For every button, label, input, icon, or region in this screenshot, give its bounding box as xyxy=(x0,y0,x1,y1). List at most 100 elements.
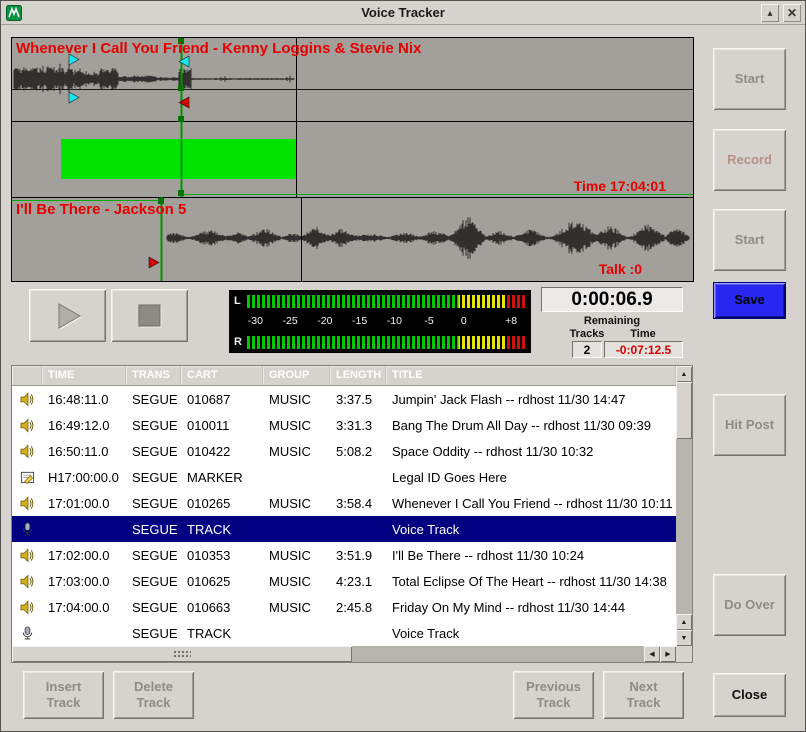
speaker-icon xyxy=(12,594,42,620)
cell-title: Total Eclipse Of The Heart -- rdhost 11/… xyxy=(386,574,676,589)
log-row[interactable]: 17:03:00.0 SEGUE 010625 MUSIC 4:23.1 Tot… xyxy=(12,568,676,594)
speaker-icon xyxy=(12,438,42,464)
time-of-day-label: Time 17:04:01 xyxy=(574,178,666,194)
elapsed-time-display: 0:00:06.9 xyxy=(541,287,683,312)
previous-track-button[interactable]: Previous Track xyxy=(513,671,594,719)
start-1-button[interactable]: Start xyxy=(713,48,786,110)
cell-time: 17:04:00.0 xyxy=(42,600,126,615)
scrollbar-corner xyxy=(676,646,692,662)
insert-track-button[interactable]: Insert Track xyxy=(23,671,104,719)
cell-trans: SEGUE xyxy=(126,574,181,589)
scroll-grip-icon xyxy=(173,650,191,658)
scroll-down-icon[interactable]: ▼ xyxy=(676,630,692,646)
cell-cart: 010422 xyxy=(181,444,263,459)
log-rows: 16:48:11.0 SEGUE 010687 MUSIC 3:37.5 Jum… xyxy=(12,386,676,646)
cell-group: MUSIC xyxy=(263,418,330,433)
vu-scale-tick: -5 xyxy=(424,315,433,327)
cell-time: 17:01:00.0 xyxy=(42,496,126,511)
vu-scale-tick: -15 xyxy=(352,315,367,327)
vu-scale-tick: -30 xyxy=(248,315,263,327)
cell-title: Voice Track xyxy=(386,626,676,641)
log-row[interactable]: 16:50:11.0 SEGUE 010422 MUSIC 5:08.2 Spa… xyxy=(12,438,676,464)
hit-post-button[interactable]: Hit Post xyxy=(713,394,786,456)
vu-scale-tick: 0 xyxy=(461,315,467,327)
vu-scale-tick: -20 xyxy=(317,315,332,327)
play-button[interactable] xyxy=(29,289,106,342)
cell-time: H17:00:00.0 xyxy=(42,470,126,485)
cell-trans: SEGUE xyxy=(126,444,181,459)
log-row[interactable]: H17:00:00.0 SEGUE MARKER Legal ID Goes H… xyxy=(12,464,676,490)
cell-group: MUSIC xyxy=(263,444,330,459)
cell-cart: MARKER xyxy=(181,470,263,485)
vu-scale-tick: +8 xyxy=(505,315,517,327)
speaker-icon xyxy=(12,386,42,412)
stop-button[interactable] xyxy=(111,289,188,342)
cell-trans: SEGUE xyxy=(126,418,181,433)
cell-group: MUSIC xyxy=(263,496,330,511)
vu-right-bar xyxy=(247,336,525,349)
vertical-scrollbar[interactable]: ▲ ▲ ▼ xyxy=(676,366,692,646)
vertical-scroll-thumb[interactable] xyxy=(676,382,692,439)
cell-trans: SEGUE xyxy=(126,522,181,537)
log-row[interactable]: 17:04:00.0 SEGUE 010663 MUSIC 2:45.8 Fri… xyxy=(12,594,676,620)
waveform-canvas[interactable] xyxy=(11,37,694,282)
log-row[interactable]: 17:01:00.0 SEGUE 010265 MUSIC 3:58.4 Whe… xyxy=(12,490,676,516)
play-icon xyxy=(52,300,84,332)
horizontal-scroll-thumb[interactable] xyxy=(12,646,352,662)
log-row[interactable]: SEGUE TRACK Voice Track xyxy=(12,620,676,646)
cell-group: MUSIC xyxy=(263,600,330,615)
cell-title: Space Oddity -- rdhost 11/30 10:32 xyxy=(386,444,676,459)
marker-icon xyxy=(12,464,42,490)
cell-cart: 010353 xyxy=(181,548,263,563)
cell-cart: 010011 xyxy=(181,418,263,433)
cell-cart: 010625 xyxy=(181,574,263,589)
speaker-icon xyxy=(12,412,42,438)
record-button[interactable]: Record xyxy=(713,129,786,191)
scroll-left-icon[interactable]: ◀ xyxy=(644,646,660,662)
cell-trans: SEGUE xyxy=(126,600,181,615)
close-button[interactable]: Close xyxy=(713,673,786,717)
start-2-button[interactable]: Start xyxy=(713,209,786,271)
save-button[interactable]: Save xyxy=(713,282,786,319)
cell-cart: 010663 xyxy=(181,600,263,615)
cell-trans: SEGUE xyxy=(126,548,181,563)
maximize-icon[interactable]: ▴ xyxy=(761,4,779,22)
cell-trans: SEGUE xyxy=(126,496,181,511)
remaining-time-value: -0:07:12.5 xyxy=(604,341,683,358)
next-track-button[interactable]: Next Track xyxy=(603,671,684,719)
cell-title: Whenever I Call You Friend -- rdhost 11/… xyxy=(386,496,676,511)
cell-group: MUSIC xyxy=(263,548,330,563)
col-group: GROUP xyxy=(263,366,330,385)
scroll-right-icon[interactable]: ▶ xyxy=(660,646,676,662)
vu-scale-tick: -10 xyxy=(387,315,402,327)
vu-left-label: L xyxy=(234,295,247,307)
col-title: TITLE xyxy=(386,366,676,385)
remaining-time-label: Time xyxy=(613,328,673,340)
do-over-button[interactable]: Do Over xyxy=(713,574,786,636)
mic-icon xyxy=(12,516,42,542)
titlebar[interactable]: Voice Tracker ▴ ✕ xyxy=(1,1,805,25)
cell-time: 16:48:11.0 xyxy=(42,392,126,407)
cell-length: 3:31.3 xyxy=(330,418,386,433)
vu-scale-tick: -25 xyxy=(282,315,297,327)
cell-cart: 010265 xyxy=(181,496,263,511)
log-row[interactable]: 16:48:11.0 SEGUE 010687 MUSIC 3:37.5 Jum… xyxy=(12,386,676,412)
vu-right-row: R xyxy=(234,335,525,349)
remaining-tracks-label: Tracks xyxy=(557,328,617,340)
close-icon[interactable]: ✕ xyxy=(783,4,801,22)
log-row[interactable]: 17:02:00.0 SEGUE 010353 MUSIC 3:51.9 I'l… xyxy=(12,542,676,568)
vu-meter: L -30 -25 -20 -15 -10 -5 0 +8 R xyxy=(229,290,531,353)
scroll-up-icon-2[interactable]: ▲ xyxy=(676,614,692,630)
speaker-icon xyxy=(12,542,42,568)
waveform-region[interactable]: Whenever I Call You Friend - Kenny Loggi… xyxy=(11,37,694,282)
speaker-icon xyxy=(12,568,42,594)
horizontal-scrollbar[interactable]: ◀ ▶ xyxy=(12,646,676,662)
log-row[interactable]: 16:49:12.0 SEGUE 010011 MUSIC 3:31.3 Ban… xyxy=(12,412,676,438)
delete-track-button[interactable]: Delete Track xyxy=(113,671,194,719)
cell-length: 3:51.9 xyxy=(330,548,386,563)
cell-trans: SEGUE xyxy=(126,392,181,407)
cell-length: 3:37.5 xyxy=(330,392,386,407)
cell-cart: TRACK xyxy=(181,522,263,537)
scroll-up-icon[interactable]: ▲ xyxy=(676,366,692,382)
log-row[interactable]: SEGUE TRACK Voice Track xyxy=(12,516,676,542)
